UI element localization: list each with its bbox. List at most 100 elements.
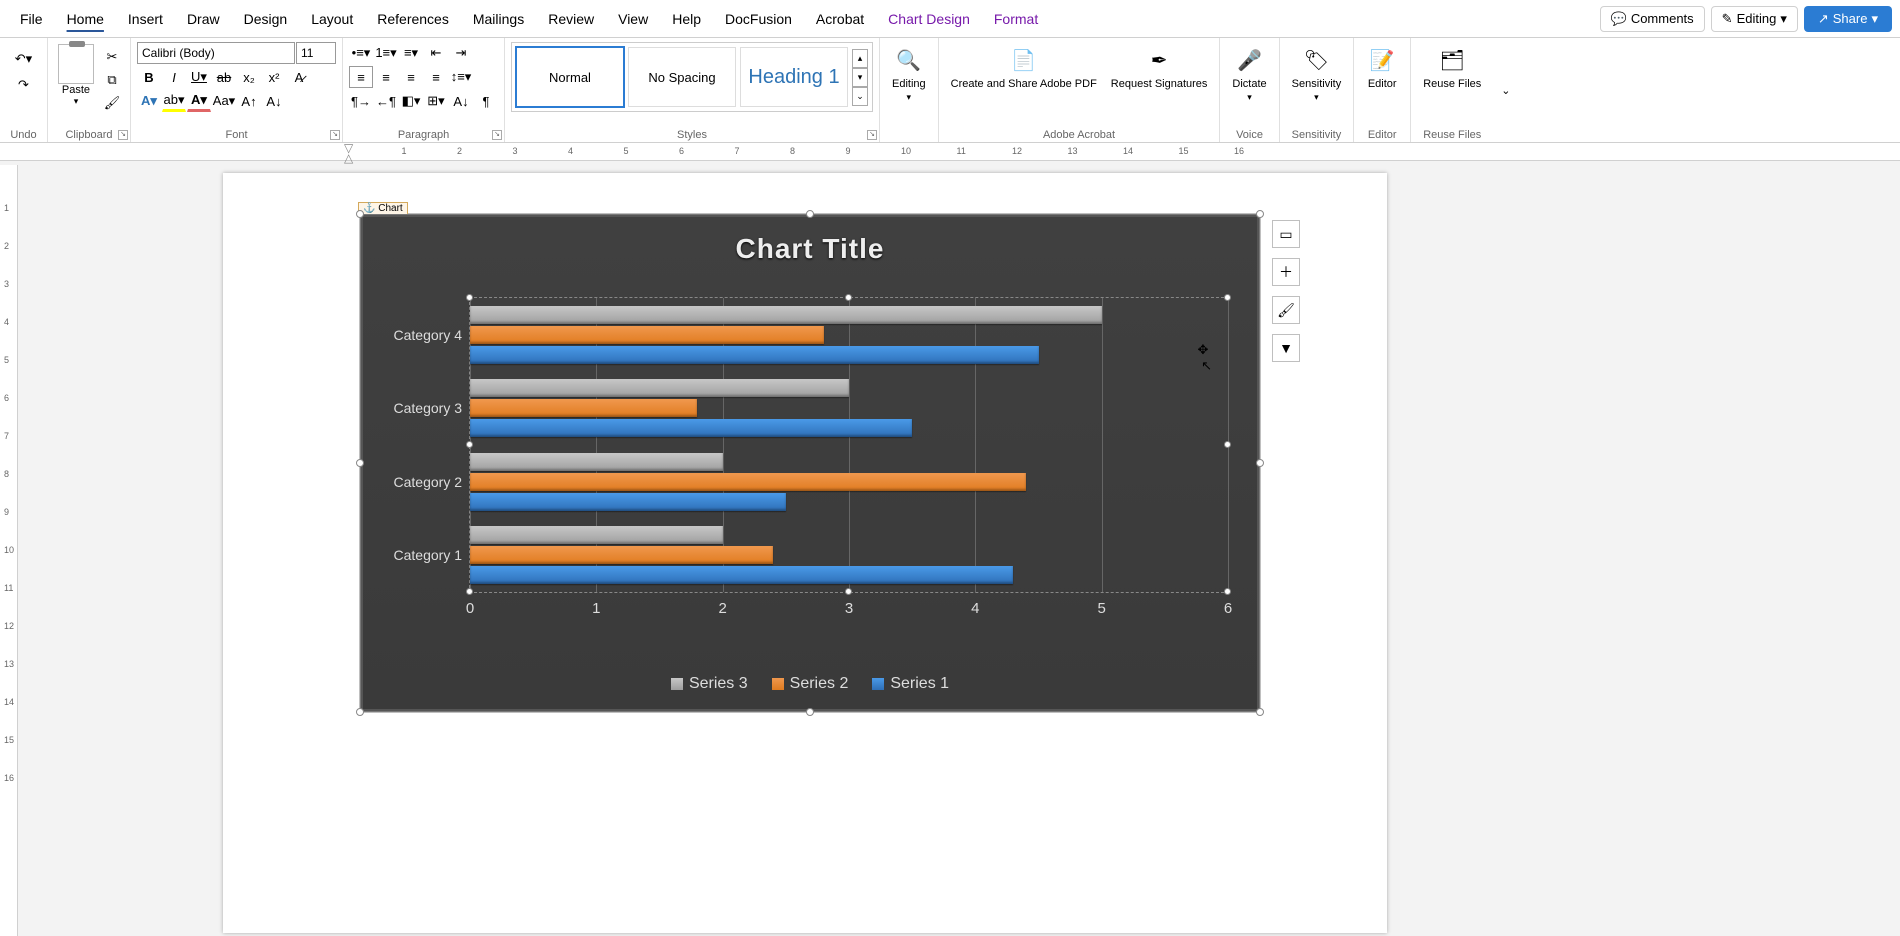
selection-handle[interactable] <box>1256 459 1264 467</box>
horizontal-ruler[interactable]: 12345678910111213141516▽△ <box>0 143 1900 161</box>
tab-file[interactable]: File <box>8 3 55 35</box>
selection-handle[interactable] <box>1224 588 1231 595</box>
gallery-more-button[interactable]: ⌄ <box>852 87 868 106</box>
copy-button[interactable]: ⧉ <box>100 69 124 91</box>
strikethrough-button[interactable]: ab <box>212 66 236 88</box>
legend-item[interactable]: Series 1 <box>872 675 949 693</box>
tab-acrobat[interactable]: Acrobat <box>804 3 876 35</box>
clipboard-launcher[interactable]: ↘ <box>118 130 128 140</box>
gallery-up-button[interactable]: ▴ <box>852 49 868 68</box>
chart-bar[interactable] <box>470 379 849 397</box>
shading-button[interactable]: ◧▾ <box>399 90 423 112</box>
style-heading-1[interactable]: Heading 1 <box>740 47 848 107</box>
tab-design[interactable]: Design <box>232 3 300 35</box>
selection-handle[interactable] <box>356 459 364 467</box>
layout-options-button[interactable]: ▭ <box>1272 220 1300 248</box>
numbering-button[interactable]: 1≡▾ <box>374 42 398 64</box>
styles-gallery[interactable]: Normal No Spacing Heading 1 ▴ ▾ ⌄ <box>511 42 873 112</box>
redo-button[interactable]: ↷ <box>10 74 38 96</box>
paste-button[interactable]: Paste ▾ <box>54 42 98 109</box>
legend-item[interactable]: Series 3 <box>671 675 748 693</box>
selection-handle[interactable] <box>466 294 473 301</box>
selection-handle[interactable] <box>1256 708 1264 716</box>
chart-bar[interactable] <box>470 326 824 344</box>
chart-bar[interactable] <box>470 493 786 511</box>
undo-button[interactable]: ↶▾ <box>10 48 38 70</box>
justify-button[interactable]: ≡ <box>424 66 448 88</box>
tab-view[interactable]: View <box>606 3 660 35</box>
chart-legend[interactable]: Series 3 Series 2 Series 1 <box>361 675 1259 693</box>
style-no-spacing[interactable]: No Spacing <box>628 47 736 107</box>
shrink-font-button[interactable]: A↓ <box>262 90 286 112</box>
tab-help[interactable]: Help <box>660 3 713 35</box>
chart-bar[interactable] <box>470 419 912 437</box>
underline-button[interactable]: U▾ <box>187 66 211 88</box>
share-button[interactable]: ↗ Share ▾ <box>1804 6 1892 32</box>
highlight-color-button[interactable]: ab▾ <box>162 90 186 112</box>
editing-mode-button[interactable]: ✎ Editing ▾ <box>1711 6 1798 32</box>
align-center-button[interactable]: ≡ <box>374 66 398 88</box>
tab-review[interactable]: Review <box>536 3 606 35</box>
tab-mailings[interactable]: Mailings <box>461 3 536 35</box>
tab-insert[interactable]: Insert <box>116 3 175 35</box>
sort-button[interactable]: A↓ <box>449 90 473 112</box>
reuse-files-button[interactable]: 🗂 Reuse Files <box>1417 42 1487 92</box>
format-painter-button[interactable]: 🖌 <box>100 92 124 114</box>
comments-button[interactable]: 💬 Comments <box>1600 6 1705 32</box>
chart-object[interactable]: ⚓ Chart Chart Title 0123456Category 4Cat… <box>359 213 1261 713</box>
gallery-down-button[interactable]: ▾ <box>852 68 868 87</box>
selection-handle[interactable] <box>806 708 814 716</box>
chart-bar[interactable] <box>470 473 1026 491</box>
font-size-combobox[interactable] <box>296 42 336 64</box>
dictate-button[interactable]: 🎤 Dictate ▾ <box>1226 42 1272 105</box>
create-share-pdf-button[interactable]: 📄 Create and Share Adobe PDF <box>945 42 1103 92</box>
chart-title[interactable]: Chart Title <box>361 233 1259 265</box>
selection-handle[interactable] <box>466 441 473 448</box>
bold-button[interactable]: B <box>137 66 161 88</box>
chart-bar[interactable] <box>470 306 1102 324</box>
selection-handle[interactable] <box>466 588 473 595</box>
change-case-button[interactable]: Aa▾ <box>212 90 236 112</box>
tab-references[interactable]: References <box>365 3 461 35</box>
chart-bar[interactable] <box>470 546 773 564</box>
font-name-combobox[interactable] <box>137 42 295 64</box>
show-marks-button[interactable]: ¶ <box>474 90 498 112</box>
selection-handle[interactable] <box>356 708 364 716</box>
italic-button[interactable]: I <box>162 66 186 88</box>
paragraph-launcher[interactable]: ↘ <box>492 130 502 140</box>
selection-handle[interactable] <box>845 294 852 301</box>
selection-handle[interactable] <box>1256 210 1264 218</box>
font-launcher[interactable]: ↘ <box>330 130 340 140</box>
editing-menu-button[interactable]: 🔍 Editing ▾ <box>886 42 932 105</box>
plot-area[interactable]: 0123456Category 4Category 3Category 2Cat… <box>469 297 1229 593</box>
tab-draw[interactable]: Draw <box>175 3 232 35</box>
tab-format[interactable]: Format <box>982 3 1050 35</box>
borders-button[interactable]: ⊞▾ <box>424 90 448 112</box>
chart-styles-button[interactable]: 🖌 <box>1272 296 1300 324</box>
rtl-button[interactable]: ←¶ <box>374 90 398 112</box>
clear-formatting-button[interactable]: A̷ <box>287 66 311 88</box>
multilevel-list-button[interactable]: ≡▾ <box>399 42 423 64</box>
styles-launcher[interactable]: ↘ <box>867 130 877 140</box>
superscript-button[interactable]: x² <box>262 66 286 88</box>
chart-bar[interactable] <box>470 566 1013 584</box>
legend-item[interactable]: Series 2 <box>772 675 849 693</box>
decrease-indent-button[interactable]: ⇤ <box>424 42 448 64</box>
bullets-button[interactable]: •≡▾ <box>349 42 373 64</box>
subscript-button[interactable]: x₂ <box>237 66 261 88</box>
collapse-ribbon-button[interactable]: ⌄ <box>1493 38 1518 142</box>
font-color-button[interactable]: A▾ <box>187 90 211 112</box>
tab-docfusion[interactable]: DocFusion <box>713 3 804 35</box>
selection-handle[interactable] <box>1224 294 1231 301</box>
chart-bar[interactable] <box>470 399 697 417</box>
chart-bar[interactable] <box>470 526 723 544</box>
vertical-ruler[interactable]: 12345678910111213141516 <box>0 165 18 936</box>
tab-layout[interactable]: Layout <box>299 3 365 35</box>
document-page[interactable]: ⚓ Chart Chart Title 0123456Category 4Cat… <box>223 173 1387 933</box>
request-signatures-button[interactable]: ✒ Request Signatures <box>1105 42 1214 92</box>
selection-handle[interactable] <box>356 210 364 218</box>
selection-handle[interactable] <box>806 210 814 218</box>
chart-filters-button[interactable]: ▼ <box>1272 334 1300 362</box>
ltr-button[interactable]: ¶→ <box>349 90 373 112</box>
align-left-button[interactable]: ≡ <box>349 66 373 88</box>
